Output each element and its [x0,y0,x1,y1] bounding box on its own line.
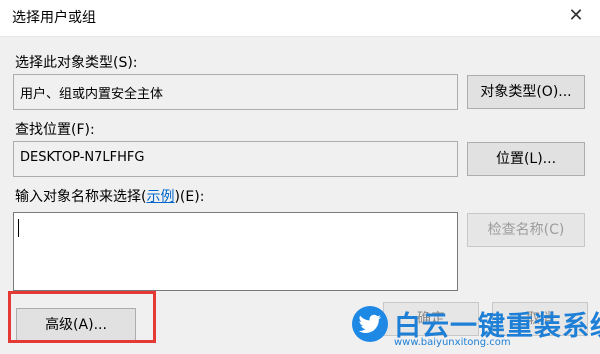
text-caret [18,219,19,237]
watermark: 白云一键重装系统 www.baiyunxitong.com [352,304,600,350]
check-names-button[interactable]: 检查名称(C) [467,213,585,247]
watermark-url: www.baiyunxitong.com [394,337,511,348]
object-type-label: 选择此对象类型(S): [15,55,138,71]
close-icon[interactable]: ✕ [566,6,586,26]
object-names-label-prefix: 输入对象名称来选择( [15,189,147,205]
examples-link[interactable]: 示例 [146,189,174,205]
object-names-input[interactable] [13,212,458,291]
object-type-value: 用户、组或内置安全主体 [20,87,164,102]
locations-button[interactable]: 位置(L)... [467,142,585,176]
object-names-label-suffix: )(E): [174,189,205,205]
highlight-box [8,291,156,343]
location-value: DESKTOP-N7LFHFG [20,150,145,165]
title-bar: 选择用户或组 ✕ [0,0,600,37]
bird-logo-icon [352,306,388,342]
object-types-button[interactable]: 对象类型(O)... [467,75,585,109]
object-names-label: 输入对象名称来选择(示例)(E): [15,186,204,206]
object-type-field: 用户、组或内置安全主体 [13,74,458,110]
location-label: 查找位置(F): [15,122,95,138]
location-field: DESKTOP-N7LFHFG [13,141,458,177]
window-title: 选择用户或组 [12,10,96,26]
